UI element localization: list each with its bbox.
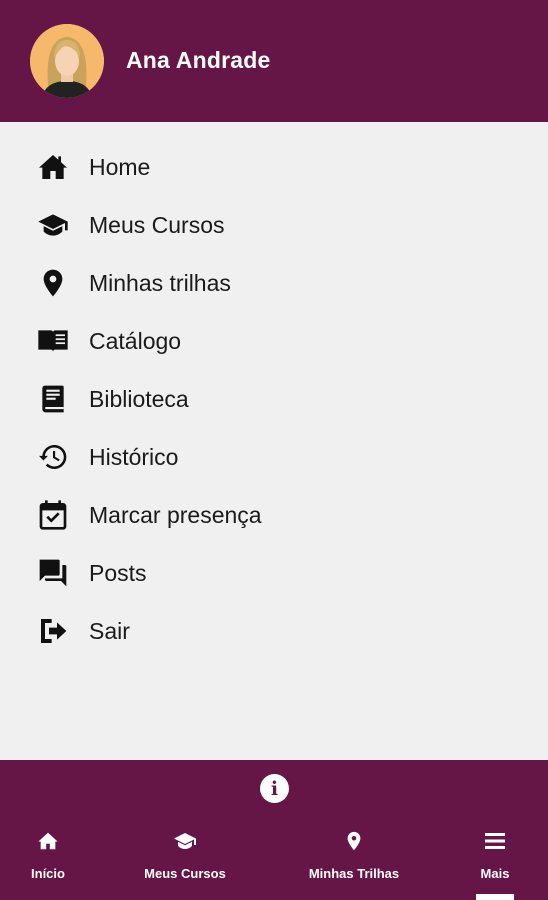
menu-item-posts[interactable]: Posts [0,544,548,602]
forum-icon [36,556,70,590]
calendar-check-icon [36,498,70,532]
book-icon [36,382,70,416]
menu-item-sair[interactable]: Sair [0,602,548,660]
menu-item-label: Catálogo [89,327,182,354]
nav-item-meus-cursos[interactable]: Meus Cursos [140,826,230,881]
nav-label: Meus Cursos [144,866,226,881]
menu-item-label: Meus Cursos [89,211,225,238]
home-icon [37,826,59,856]
home-icon [36,150,70,184]
menu-item-label: Posts [89,559,147,586]
nav-item-inicio[interactable]: Início [28,826,68,881]
menu-item-label: Minhas trilhas [89,269,231,296]
drawer-menu: Home Meus Cursos Minhas trilhas Catálogo… [0,138,548,660]
history-icon [36,440,70,474]
menu-item-label: Histórico [89,443,179,470]
user-name: Ana Andrade [126,47,271,73]
logout-icon [36,614,70,648]
bottom-bar: i Início Meus Cursos Minhas Trilhas Mais [0,760,548,900]
nav-item-minhas-trilhas[interactable]: Minhas Trilhas [304,826,404,881]
menu-item-label: Marcar presença [89,501,262,528]
menu-icon [484,826,506,856]
map-pin-icon [36,266,70,300]
menu-item-label: Biblioteca [89,385,189,412]
info-icon[interactable]: i [260,774,289,803]
menu-item-biblioteca[interactable]: Biblioteca [0,370,548,428]
nav-label: Mais [480,866,510,881]
nav-item-mais[interactable]: Mais [476,826,514,881]
nav-label: Minhas Trilhas [308,866,400,881]
menu-item-marcar-presenca[interactable]: Marcar presença [0,486,548,544]
menu-item-meus-cursos[interactable]: Meus Cursos [0,196,548,254]
avatar-illustration-icon [30,24,104,98]
menu-item-home[interactable]: Home [0,138,548,196]
open-book-icon [36,324,70,358]
graduation-cap-icon [36,208,70,242]
menu-item-historico[interactable]: Histórico [0,428,548,486]
active-tab-indicator [476,894,514,900]
graduation-cap-icon [172,826,198,856]
menu-item-catalogo[interactable]: Catálogo [0,312,548,370]
menu-item-label: Home [89,153,151,180]
user-avatar[interactable] [30,24,104,98]
drawer-header: Ana Andrade [0,0,548,122]
map-pin-icon [343,826,365,856]
menu-item-label: Sair [89,617,130,644]
menu-item-minhas-trilhas[interactable]: Minhas trilhas [0,254,548,312]
nav-label: Início [31,866,65,881]
